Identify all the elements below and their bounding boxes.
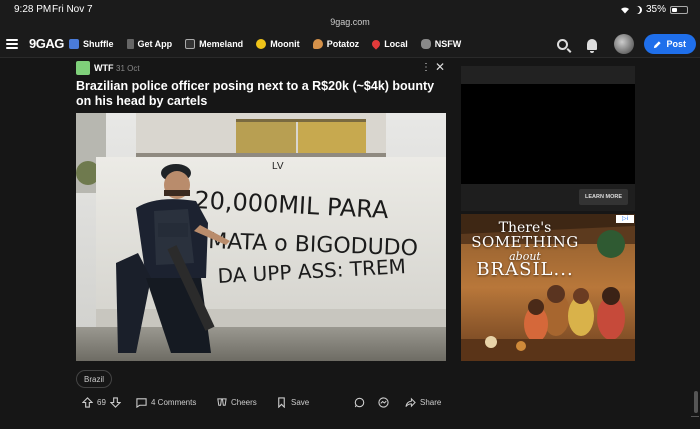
ad-header [461,66,635,84]
memeland-icon [185,39,196,49]
nav-item-label: Get App [137,39,173,49]
nav-item-label: Memeland [199,39,244,49]
post-title[interactable]: Brazilian police officer posing next to … [76,79,446,109]
bookmark-icon [278,396,285,408]
save-label: Save [291,397,310,407]
share-label: Share [420,397,442,407]
cheers-label: Cheers [231,397,257,407]
ad-footer: LEARN MORE [461,184,635,211]
share-icon [405,397,416,407]
battery-fill [672,7,677,12]
nav-actions: Post [557,30,700,58]
post-header: WTF 31 Oct ⋮ ✕ [76,60,446,77]
ad-headline-line: BRASIL... [476,259,574,280]
status-bar: 9:28 PM Fri Nov 7 9gag.com 35% [0,0,700,30]
learn-more-button[interactable]: LEARN MORE [579,189,628,205]
site-logo[interactable]: 9GAG [29,36,64,51]
more-options-icon[interactable]: ⋮ [421,62,431,73]
messenger-share-button[interactable] [378,392,389,412]
nav-item-label: Shuffle [83,39,114,49]
address-bar[interactable]: 9gag.com [0,17,700,27]
nav-item-nsfw[interactable]: NSFW [420,39,462,49]
scroll-down-button[interactable] [691,416,699,426]
post-date: 31 Oct [116,64,140,73]
moonit-icon [256,39,267,49]
section-icon[interactable] [76,61,90,75]
search-icon[interactable] [557,38,569,50]
wifi-icon [620,6,629,13]
status-indicators: 35% [620,4,688,15]
pin-icon [370,38,382,50]
post-photo: LV 20,000MIL PARA MATA o BIGODUDO DA UPP… [76,113,446,361]
nav-item-label: Local [384,39,408,49]
close-icon[interactable]: ✕ [435,60,445,74]
nav-item-potatoz[interactable]: Potatoz [312,39,360,49]
post-actions: 69 4 Comments Cheers Save Share [76,392,446,412]
comments-button[interactable]: 4 Comments [136,392,196,412]
bell-icon[interactable] [587,38,598,53]
nav-links: Shuffle Get App Memeland Moonit Potatoz … [69,30,474,58]
vote-group: 69 [82,392,121,412]
menu-icon[interactable] [6,39,18,49]
avatar[interactable] [614,34,635,54]
ad-brasil[interactable]: ▷i There's SOMETHING about BRASIL... [461,214,635,361]
share-button[interactable]: Share [405,392,441,412]
moon-icon [634,6,642,14]
pencil-icon [654,40,662,48]
nav-item-label: NSFW [434,39,462,49]
top-nav: 9GAG Shuffle Get App Memeland Moonit Pot… [0,30,700,58]
ad-headline-line: SOMETHING [471,233,579,251]
ad-video[interactable]: LEARN MORE [461,66,635,211]
whatsapp-icon [354,397,365,407]
section-name[interactable]: WTF [94,63,114,73]
battery-percent: 35% [645,4,666,15]
nav-item-label: Potatoz [326,39,360,49]
nav-item-shuffle[interactable]: Shuffle [69,39,114,49]
scrollbar[interactable] [690,58,700,429]
nav-item-memeland[interactable]: Memeland [185,39,243,49]
post-image[interactable]: LV 20,000MIL PARA MATA o BIGODUDO DA UPP… [76,113,446,361]
ad-choices-icon[interactable]: ▷i [616,215,634,223]
battery-icon [670,5,688,14]
comments-label: 4 Comments [151,397,197,407]
save-button[interactable]: Save [276,392,309,412]
nav-item-label: Moonit [270,39,300,49]
messenger-icon [378,396,389,408]
downvote-icon[interactable] [109,396,121,408]
potatoz-icon [312,39,323,49]
status-time: 9:28 PM [14,4,52,15]
nav-item-local[interactable]: Local [370,38,408,50]
tag-chip[interactable]: Brazil [76,370,113,388]
cheers-icon [217,397,227,406]
shuffle-icon [69,39,79,49]
phone-icon [126,39,134,49]
scrollbar-thumb[interactable] [694,391,698,413]
upvote-count: 69 [97,397,106,407]
cheers-button[interactable]: Cheers [216,392,257,412]
status-date: Fri Nov 7 [52,4,93,15]
comment-icon [136,397,147,408]
whatsapp-share-button[interactable] [354,392,365,412]
graffiti-top: LV [272,161,284,172]
post-button-label: Post [666,39,686,49]
upvote-icon[interactable] [82,396,93,408]
nav-item-moonit[interactable]: Moonit [256,39,300,49]
post-button[interactable]: Post [644,34,696,54]
nav-item-get-app[interactable]: Get App [126,39,173,49]
nsfw-icon [420,39,431,49]
